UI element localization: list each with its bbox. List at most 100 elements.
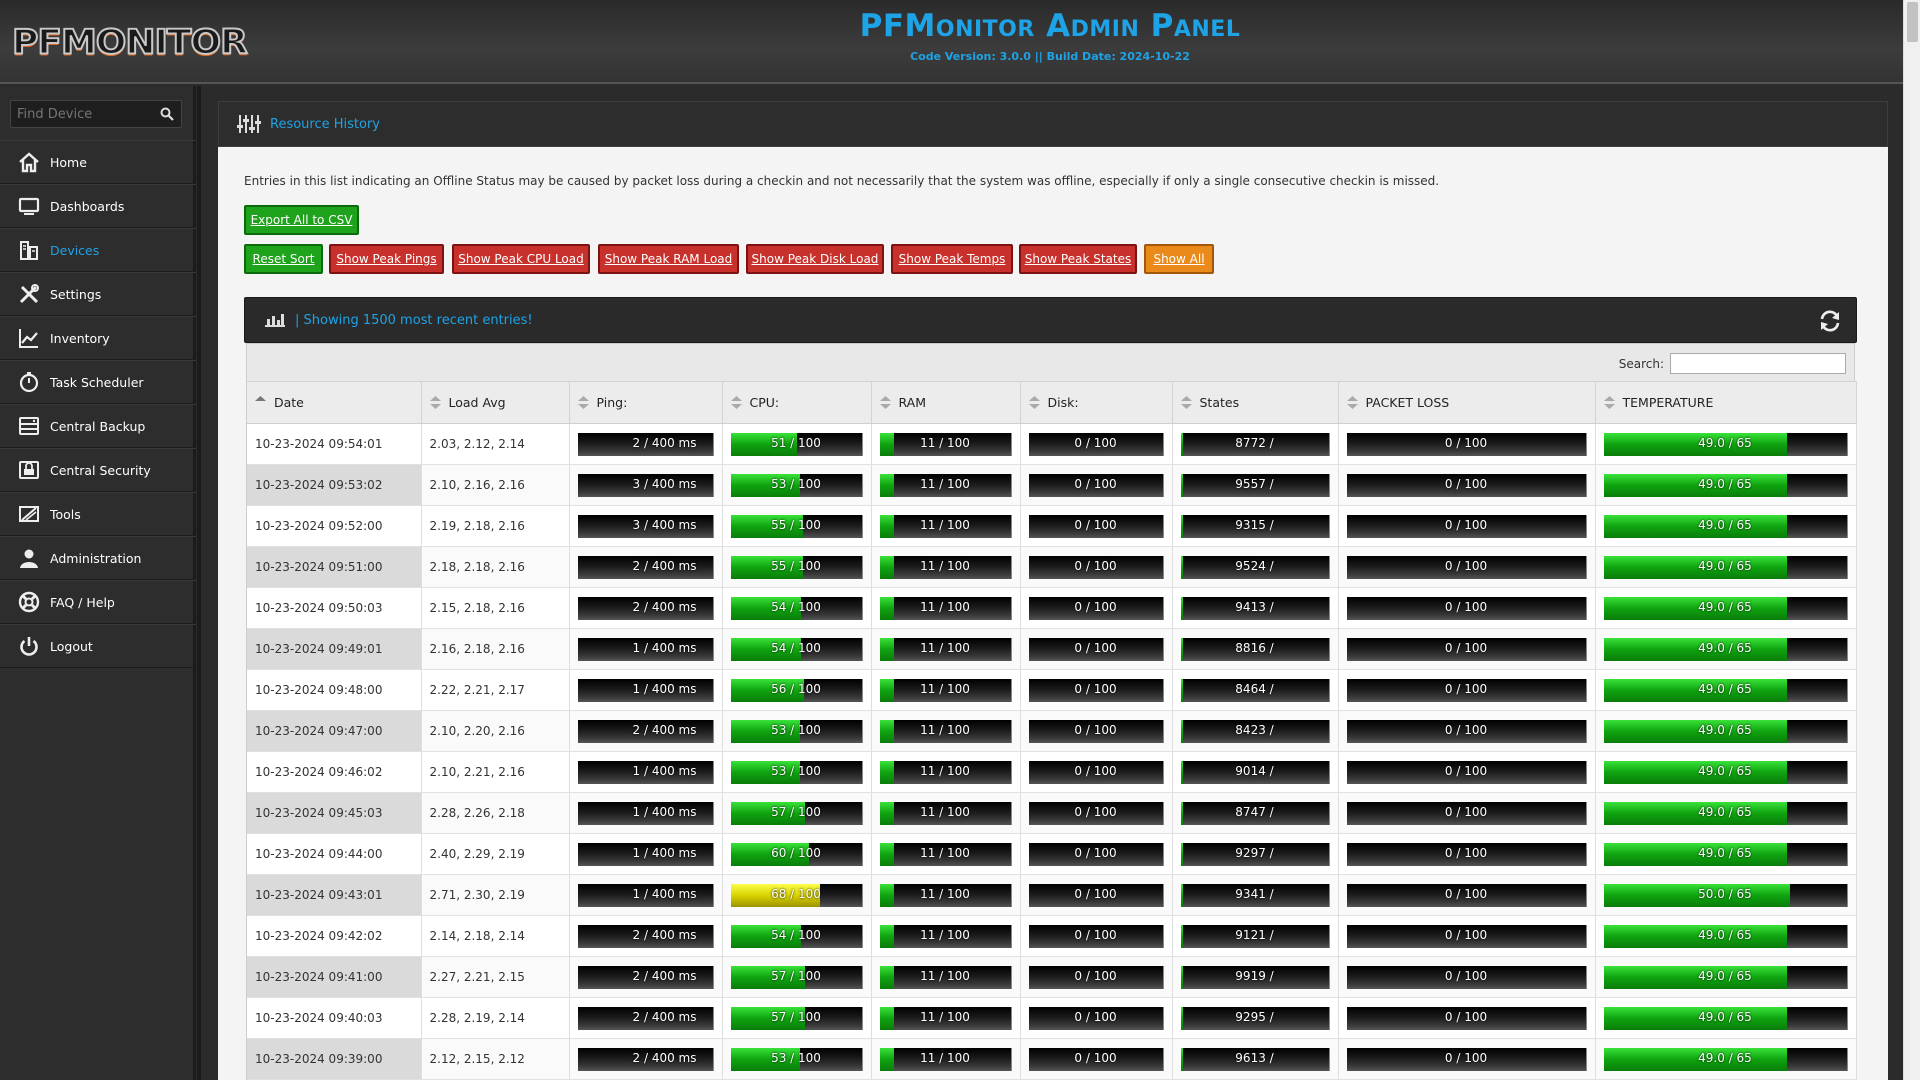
states-cell: 8772 / [1172, 423, 1339, 465]
table-row[interactable]: 10-23-2024 09:49:01 2.16, 2.18, 2.16 1 / 4… [247, 628, 1857, 670]
column-header-states[interactable]: States [1172, 381, 1339, 424]
date-cell: 10-23-2024 09:49:01 [247, 628, 422, 670]
table-row[interactable]: 10-23-2024 09:53:02 2.10, 2.16, 2.16 3 / 4… [247, 464, 1857, 506]
ram-bar: 11 / 100 [879, 555, 1012, 579]
packet-loss-cell: 0 / 100 [1338, 669, 1596, 711]
column-header-temperature[interactable]: TEMPERATURE [1595, 381, 1857, 424]
table-row[interactable]: 10-23-2024 09:46:02 2.10, 2.21, 2.16 1 / 4… [247, 751, 1857, 793]
table-row[interactable]: 10-23-2024 09:48:00 2.22, 2.21, 2.17 1 / 4… [247, 669, 1857, 711]
cpu-cell: 60 / 100 [722, 833, 872, 875]
cpu-value: 53 / 100 [771, 763, 821, 778]
ping-value: 2 / 400 ms [632, 927, 697, 942]
show-peak-temps-button[interactable]: Show Peak Temps [891, 244, 1013, 274]
device-search-input[interactable] [11, 101, 151, 127]
show-all-button[interactable]: Show All [1144, 244, 1214, 274]
states-bar: 9014 / [1180, 760, 1330, 784]
disk-bar: 0 / 100 [1028, 432, 1164, 456]
sidebar-item-inventory[interactable]: Inventory [0, 316, 196, 360]
cpu-value: 55 / 100 [771, 558, 821, 573]
search-icon[interactable] [159, 106, 175, 122]
sidebar-item-logout[interactable]: Logout [0, 624, 196, 668]
temperature-cell: 49.0 / 65 [1595, 628, 1857, 670]
ram-cell: 11 / 100 [871, 628, 1021, 670]
sidebar-item-administration[interactable]: Administration [0, 536, 196, 580]
table-row[interactable]: 10-23-2024 09:43:01 2.71, 2.30, 2.19 1 / 4… [247, 874, 1857, 916]
column-header-load-avg[interactable]: Load Avg [421, 381, 570, 424]
column-header-packet-loss[interactable]: PACKET LOSS [1338, 381, 1596, 424]
sidebar-item-settings[interactable]: Settings [0, 272, 196, 316]
states-value: 8464 / [1235, 681, 1274, 696]
main-content: Resource History Entries in this list in… [206, 86, 1903, 1080]
sidebar-item-devices[interactable]: Devices [0, 228, 196, 272]
table-row[interactable]: 10-23-2024 09:39:00 2.12, 2.15, 2.12 2 / 4… [247, 1038, 1857, 1080]
table-row[interactable]: 10-23-2024 09:44:00 2.40, 2.29, 2.19 1 / 4… [247, 833, 1857, 875]
load-avg-cell: 2.40, 2.29, 2.19 [421, 833, 570, 875]
ping-bar: 1 / 400 ms [577, 883, 714, 907]
ram-value: 11 / 100 [920, 640, 970, 655]
sidebar-item-label: Devices [50, 242, 100, 258]
temperature-bar: 49.0 / 65 [1603, 842, 1848, 866]
table-row[interactable]: 10-23-2024 09:40:03 2.28, 2.19, 2.14 2 / 4… [247, 997, 1857, 1039]
table-row[interactable]: 10-23-2024 09:42:02 2.14, 2.18, 2.14 2 / 4… [247, 915, 1857, 957]
column-header-date[interactable]: Date [247, 381, 422, 424]
sidebar-item-central-security[interactable]: Central Security [0, 448, 196, 492]
sidebar-item-central-backup[interactable]: Central Backup [0, 404, 196, 448]
temperature-cell: 49.0 / 65 [1595, 997, 1857, 1039]
table-row[interactable]: 10-23-2024 09:45:03 2.28, 2.26, 2.18 1 / 4… [247, 792, 1857, 834]
packet-loss-value: 0 / 100 [1444, 435, 1488, 450]
column-header-disk[interactable]: Disk: [1020, 381, 1173, 424]
table-row[interactable]: 10-23-2024 09:51:00 2.18, 2.18, 2.16 2 / 4… [247, 546, 1857, 588]
scrollbar-thumb[interactable] [1907, 2, 1918, 42]
sidebar-item-dashboards[interactable]: Dashboards [0, 184, 196, 228]
packet-loss-value: 0 / 100 [1444, 722, 1488, 737]
show-peak-ram-button[interactable]: Show Peak RAM Load [598, 244, 739, 274]
disk-cell: 0 / 100 [1020, 956, 1173, 998]
disk-bar: 0 / 100 [1028, 924, 1164, 948]
load-avg-cell: 2.15, 2.18, 2.16 [421, 587, 570, 629]
column-label: Load Avg [448, 395, 506, 410]
temperature-cell: 49.0 / 65 [1595, 423, 1857, 465]
table-row[interactable]: 10-23-2024 09:52:00 2.19, 2.18, 2.16 3 / 4… [247, 505, 1857, 547]
table-row[interactable]: 10-23-2024 09:50:03 2.15, 2.18, 2.16 2 / 4… [247, 587, 1857, 629]
column-header-ram[interactable]: RAM [871, 381, 1021, 424]
temperature-cell: 49.0 / 65 [1595, 669, 1857, 711]
sidebar-item-faq-help[interactable]: FAQ / Help [0, 580, 196, 624]
page-scrollbar[interactable] [1903, 0, 1920, 1080]
table-row[interactable]: 10-23-2024 09:47:00 2.10, 2.20, 2.16 2 / 4… [247, 710, 1857, 752]
ping-cell: 1 / 400 ms [569, 751, 723, 793]
temperature-value: 49.0 / 65 [1698, 927, 1752, 942]
states-value: 9613 / [1235, 1050, 1274, 1065]
history-table: Date Load Avg Ping: CPU: RAM Disk: States PACKE… [247, 381, 1857, 1080]
column-header-cpu[interactable]: CPU: [722, 381, 872, 424]
show-peak-disk-button[interactable]: Show Peak Disk Load [746, 244, 884, 274]
table-search-input[interactable] [1670, 353, 1846, 374]
cpu-value: 57 / 100 [771, 1009, 821, 1024]
column-label: Ping: [596, 395, 628, 410]
reset-sort-button[interactable]: Reset Sort [244, 244, 323, 274]
refresh-icon[interactable] [1818, 310, 1842, 332]
sidebar-item-task-scheduler[interactable]: Task Scheduler [0, 360, 196, 404]
ram-cell: 11 / 100 [871, 833, 1021, 875]
cpu-bar: 68 / 100 [730, 883, 863, 907]
states-value: 9121 / [1235, 927, 1274, 942]
sidebar-item-tools[interactable]: Tools [0, 492, 196, 536]
disk-value: 0 / 100 [1074, 517, 1117, 532]
show-peak-pings-button[interactable]: Show Peak Pings [329, 244, 444, 274]
cpu-bar: 54 / 100 [730, 637, 863, 661]
disk-bar: 0 / 100 [1028, 1047, 1164, 1071]
disk-bar: 0 / 100 [1028, 719, 1164, 743]
packet-loss-cell: 0 / 100 [1338, 874, 1596, 916]
disk-value: 0 / 100 [1074, 681, 1117, 696]
cpu-value: 55 / 100 [771, 517, 821, 532]
table-row[interactable]: 10-23-2024 09:54:01 2.03, 2.12, 2.14 2 / 4… [247, 423, 1857, 465]
sidebar-item-home[interactable]: Home [0, 140, 196, 184]
cpu-bar: 57 / 100 [730, 801, 863, 825]
ram-cell: 11 / 100 [871, 423, 1021, 465]
column-header-ping[interactable]: Ping: [569, 381, 723, 424]
table-row[interactable]: 10-23-2024 09:41:00 2.27, 2.21, 2.15 2 / 4… [247, 956, 1857, 998]
disk-cell: 0 / 100 [1020, 587, 1173, 629]
export-csv-button[interactable]: Export All to CSV [244, 205, 359, 235]
show-peak-cpu-button[interactable]: Show Peak CPU Load [452, 244, 590, 274]
show-peak-states-button[interactable]: Show Peak States [1019, 244, 1137, 274]
cpu-cell: 56 / 100 [722, 669, 872, 711]
